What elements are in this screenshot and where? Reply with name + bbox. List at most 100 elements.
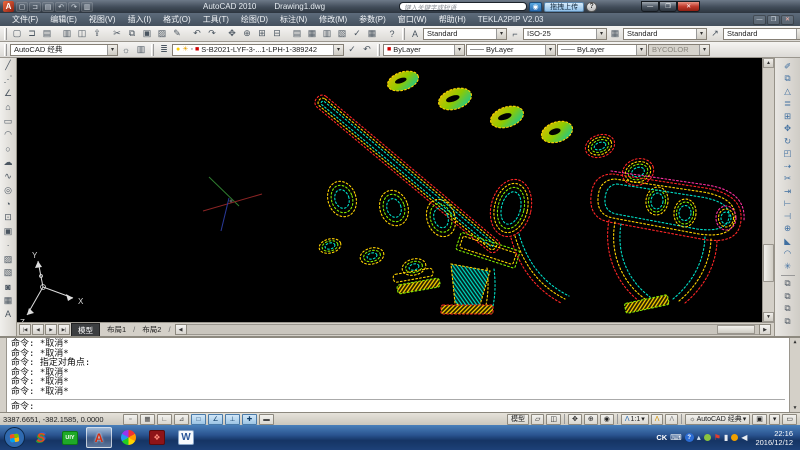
- menu-item[interactable]: 格式(O): [157, 13, 197, 26]
- text-style-icon[interactable]: A: [408, 27, 422, 40]
- command-history[interactable]: 命令: *取消*命令: *取消*命令: 指定对角点:命令: *取消*命令: *取…: [7, 338, 789, 412]
- scroll-left-icon[interactable]: ◀: [175, 324, 187, 335]
- zoom-realtime-icon[interactable]: ⊕: [240, 27, 254, 40]
- command-scrollbar[interactable]: ▲ ▼: [789, 338, 800, 412]
- layer-properties-icon[interactable]: ≣: [157, 43, 171, 56]
- tab-model[interactable]: 模型: [71, 323, 100, 336]
- tray-help-icon[interactable]: ?: [685, 433, 694, 442]
- lwt-toggle[interactable]: ▬: [259, 414, 274, 425]
- array-icon[interactable]: ⊞: [780, 110, 796, 123]
- horizontal-scroll-thumb[interactable]: [717, 325, 755, 334]
- send-under-icon[interactable]: ⧉: [780, 315, 796, 328]
- arc-icon[interactable]: ◠: [1, 128, 15, 142]
- plot-preview-icon[interactable]: ◫: [75, 27, 89, 40]
- menu-item[interactable]: 工具(T): [197, 13, 235, 26]
- tab-prev-button[interactable]: ◀: [32, 324, 44, 335]
- dropdown-arrow-icon[interactable]: [454, 45, 464, 55]
- tab-first-button[interactable]: |◀: [19, 324, 31, 335]
- redo-icon[interactable]: ↷: [205, 27, 219, 40]
- dim-style-combo[interactable]: ISO-25: [523, 28, 607, 40]
- rectangle-icon[interactable]: ▭: [1, 114, 15, 128]
- dropdown-arrow-icon[interactable]: [107, 45, 117, 55]
- model-space-button[interactable]: 模型: [507, 414, 529, 425]
- taskbar-app-autocad[interactable]: A: [86, 427, 112, 448]
- dropdown-arrow-icon[interactable]: [636, 45, 646, 55]
- workspace-combo[interactable]: AutoCAD 经典: [10, 44, 118, 56]
- dropdown-arrow-icon[interactable]: [496, 29, 506, 39]
- multileader-style-icon[interactable]: ↗: [708, 27, 722, 40]
- layer-combo[interactable]: ● ☀ ▫ ■ S-B2021-LYF-3-...1-LPH-1-389242: [172, 44, 344, 56]
- tab-layout1[interactable]: 布局1: [101, 323, 132, 336]
- spline-icon[interactable]: ∿: [1, 169, 15, 183]
- communication-center-icon[interactable]: ◉: [529, 2, 542, 12]
- dropdown-arrow-icon[interactable]: [696, 29, 706, 39]
- linetype-combo[interactable]: —— ByLayer: [466, 44, 556, 56]
- tray-battery-icon[interactable]: ▮: [724, 434, 728, 442]
- toolbar-grip[interactable]: [377, 44, 380, 56]
- properties-icon[interactable]: ▤: [290, 27, 304, 40]
- tab-next-button[interactable]: ▶: [45, 324, 57, 335]
- multiline-text-icon[interactable]: A: [1, 307, 15, 321]
- break-at-point-icon[interactable]: ⊢: [780, 198, 796, 211]
- table-icon[interactable]: ▦: [1, 294, 15, 308]
- scroll-down-icon[interactable]: ▼: [763, 312, 774, 322]
- menu-item[interactable]: 参数(P): [353, 13, 392, 26]
- vertical-scrollbar[interactable]: ▲ ▼: [762, 58, 774, 322]
- color-combo[interactable]: ■ ByLayer: [383, 44, 465, 56]
- zoom-previous-icon[interactable]: ⊟: [270, 27, 284, 40]
- taskbar-app-s[interactable]: S: [28, 427, 54, 448]
- taskbar-app-uiy[interactable]: UIY: [57, 427, 83, 448]
- maximize-button[interactable]: ❐: [659, 1, 677, 12]
- tray-speaker-icon[interactable]: ◀: [741, 434, 747, 442]
- join-icon[interactable]: ⊕: [780, 223, 796, 236]
- doc-minimize-button[interactable]: —: [753, 15, 766, 25]
- qat-open-icon[interactable]: ⊐: [29, 2, 41, 12]
- scroll-right-icon[interactable]: ▶: [759, 324, 771, 335]
- circle-icon[interactable]: ○: [1, 142, 15, 156]
- table-style-combo[interactable]: Standard: [623, 28, 707, 40]
- line-icon[interactable]: ╱: [1, 59, 15, 73]
- ortho-toggle[interactable]: ∟: [157, 414, 172, 425]
- tab-last-button[interactable]: ▶|: [58, 324, 70, 335]
- annotation-scale-button[interactable]: Λ 1:1 ▾: [621, 414, 649, 425]
- dyn-toggle[interactable]: ✚: [242, 414, 257, 425]
- point-icon[interactable]: ∙: [1, 238, 15, 252]
- keyboard-icon[interactable]: ⌨: [670, 434, 682, 442]
- cut-icon[interactable]: ✂: [110, 27, 124, 40]
- revision-cloud-icon[interactable]: ☁: [1, 156, 15, 170]
- taskbar-app-word[interactable]: W: [173, 427, 199, 448]
- scale-icon[interactable]: ◰: [780, 148, 796, 161]
- publish-icon[interactable]: ⇪: [90, 27, 104, 40]
- polyline-icon[interactable]: ∠: [1, 87, 15, 101]
- qat-save-icon[interactable]: ▤: [42, 2, 54, 12]
- zoom-window-icon[interactable]: ⊞: [255, 27, 269, 40]
- language-indicator[interactable]: CK: [656, 433, 667, 442]
- close-button[interactable]: ✕: [677, 1, 700, 12]
- layer-thaw-icon[interactable]: ☀: [182, 46, 188, 53]
- clean-screen-button[interactable]: ▭: [782, 414, 797, 425]
- construction-line-icon[interactable]: ⋰: [1, 73, 15, 87]
- coordinates-readout[interactable]: 3387.6651, -382.1585, 0.0000: [3, 415, 121, 424]
- menu-item[interactable]: 帮助(H): [433, 13, 472, 26]
- quick-view-drawings-icon[interactable]: ◫: [546, 414, 561, 425]
- otrack-toggle[interactable]: ∠: [208, 414, 223, 425]
- pan-icon[interactable]: ✥: [225, 27, 239, 40]
- ellipse-icon[interactable]: ◎: [1, 183, 15, 197]
- paste-icon[interactable]: ▣: [140, 27, 154, 40]
- quickcalc-icon[interactable]: ▦: [365, 27, 379, 40]
- taskbar-app-red[interactable]: ❖: [144, 427, 170, 448]
- menu-item-addon[interactable]: TEKLA2PIP V2.03: [472, 15, 550, 24]
- layer-lock-icon[interactable]: ▫: [191, 46, 193, 53]
- copy-object-icon[interactable]: ⧉: [780, 73, 796, 86]
- annotation-visibility-icon[interactable]: Λ: [651, 414, 664, 425]
- command-window-grip[interactable]: [0, 338, 7, 412]
- lineweight-combo[interactable]: —— ByLayer: [557, 44, 647, 56]
- layer-on-icon[interactable]: ●: [176, 46, 180, 53]
- hatch-icon[interactable]: ▨: [1, 252, 15, 266]
- zoom-tool-icon[interactable]: ⊕: [584, 414, 598, 425]
- tray-flag-icon[interactable]: ⚑: [714, 434, 721, 442]
- toolbar-lock-icon[interactable]: ▣: [752, 414, 767, 425]
- markup-icon[interactable]: ✓: [350, 27, 364, 40]
- bring-to-front-icon[interactable]: ⧉: [780, 278, 796, 291]
- taskbar-clock[interactable]: 22:16 2016/12/12: [755, 429, 793, 447]
